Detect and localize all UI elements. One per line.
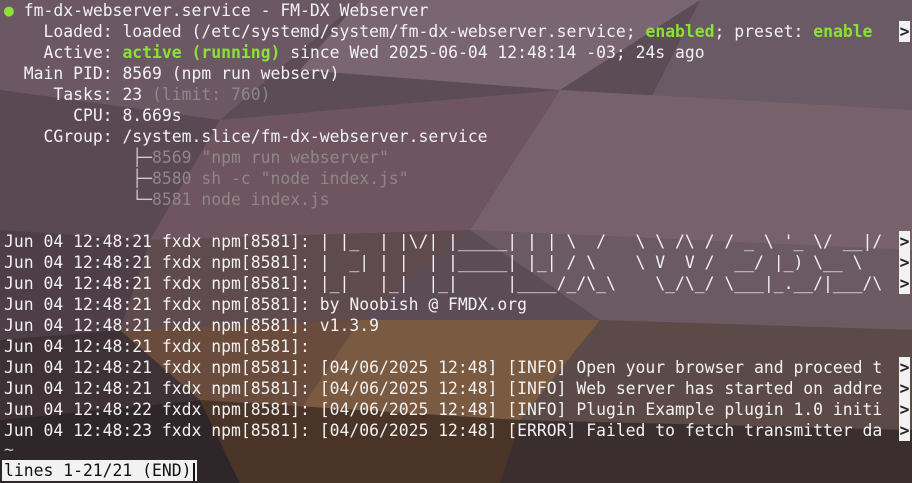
- pid-value: 8569 (npm run webserv): [122, 64, 340, 83]
- loaded-value: loaded (/etc/systemd/system/fm-dx-webser…: [122, 22, 646, 41]
- terminal-window[interactable]: ● fm-dx-webserver.service - FM-DX Webser…: [0, 0, 912, 483]
- cpu-label: CPU:: [73, 106, 113, 125]
- process-entry: 8569 "npm run webserver": [152, 148, 389, 167]
- truncation-marker: >: [899, 378, 910, 399]
- loaded-label: Loaded:: [43, 22, 113, 41]
- journal-line: Jun 04 12:48:21 fxdx npm[8581]: [04/06/2…: [4, 379, 883, 398]
- cgroup-line: CGroup: /system.slice/fm-dx-webserver.se…: [4, 126, 894, 147]
- process-entry: 8580 sh -c "node index.js": [152, 169, 409, 188]
- process-entry: 8581 node index.js: [152, 190, 330, 209]
- truncation-marker: >: [899, 21, 910, 42]
- tasks-label: Tasks:: [53, 85, 113, 104]
- journal-line: Jun 04 12:48:21 fxdx npm[8581]: | |_ | |…: [4, 232, 883, 251]
- cgroup-tree-item: └─8581 node index.js: [4, 189, 894, 210]
- truncation-marker: >: [899, 357, 910, 378]
- service-title: fm-dx-webserver.service - FM-DX Webserve…: [23, 1, 429, 20]
- journal-line: Jun 04 12:48:21 fxdx npm[8581]: by Noobi…: [4, 295, 528, 314]
- cgroup-value: /system.slice/fm-dx-webserver.service: [122, 127, 488, 146]
- truncation-marker: >: [899, 252, 910, 273]
- active-state: active (running): [122, 43, 281, 62]
- journal-line: Jun 04 12:48:21 fxdx npm[8581]: | _| | |…: [4, 253, 863, 272]
- enabled-state: enabled: [645, 22, 715, 41]
- journal-line: Jun 04 12:48:21 fxdx npm[8581]: v1.3.9: [4, 316, 379, 335]
- truncation-marker: >: [899, 231, 910, 252]
- tree-branch-icon: └─: [132, 190, 153, 209]
- truncation-marker: >: [899, 273, 910, 294]
- journal-line: Jun 04 12:48:21 fxdx npm[8581]: |_| |_| …: [4, 274, 883, 293]
- active-label: Active:: [43, 43, 113, 62]
- end-of-buffer-tilde: ~: [4, 440, 14, 459]
- truncation-marker: >: [899, 420, 910, 441]
- loaded-preset-label: ; preset:: [714, 22, 814, 41]
- active-line: Active: active (running) since Wed 2025-…: [4, 42, 894, 63]
- journal-line: Jun 04 12:48:21 fxdx npm[8581]: [04/06/2…: [4, 358, 883, 377]
- cgroup-tree-item: ├─8580 sh -c "node index.js": [4, 168, 894, 189]
- text-cursor: [192, 462, 195, 481]
- tasks-limit: (limit: 760): [142, 85, 271, 104]
- active-since: since Wed 2025-06-04 12:48:14 -03; 24s a…: [280, 43, 705, 62]
- tasks-line: Tasks: 23 (limit: 760): [4, 84, 894, 105]
- journal-line: Jun 04 12:48:21 fxdx npm[8581]:: [4, 337, 310, 356]
- journal-line: Jun 04 12:48:23 fxdx npm[8581]: [04/06/2…: [4, 421, 883, 440]
- pager-status-text: lines 1-21/21 (END): [4, 461, 192, 480]
- tree-branch-icon: ├─: [132, 169, 153, 188]
- preset-state: enable: [813, 22, 873, 41]
- journal-line: Jun 04 12:48:22 fxdx npm[8581]: [04/06/2…: [4, 400, 883, 419]
- tasks-value: 23: [122, 85, 143, 104]
- service-header: ● fm-dx-webserver.service - FM-DX Webser…: [4, 0, 894, 21]
- cpu-line: CPU: 8.669s: [4, 105, 894, 126]
- active-status-dot-icon: ●: [4, 1, 14, 20]
- pager-status-bar[interactable]: lines 1-21/21 (END): [2, 460, 197, 481]
- pid-label: Main PID:: [23, 64, 113, 83]
- cgroup-label: CGroup:: [43, 127, 113, 146]
- truncation-marker: >: [899, 399, 910, 420]
- cpu-value: 8.669s: [122, 106, 182, 125]
- loaded-line: Loaded: loaded (/etc/systemd/system/fm-d…: [4, 21, 894, 42]
- main-pid-line: Main PID: 8569 (npm run webserv): [4, 63, 894, 84]
- cgroup-tree-item: ├─8569 "npm run webserver": [4, 147, 894, 168]
- tree-branch-icon: ├─: [132, 148, 153, 167]
